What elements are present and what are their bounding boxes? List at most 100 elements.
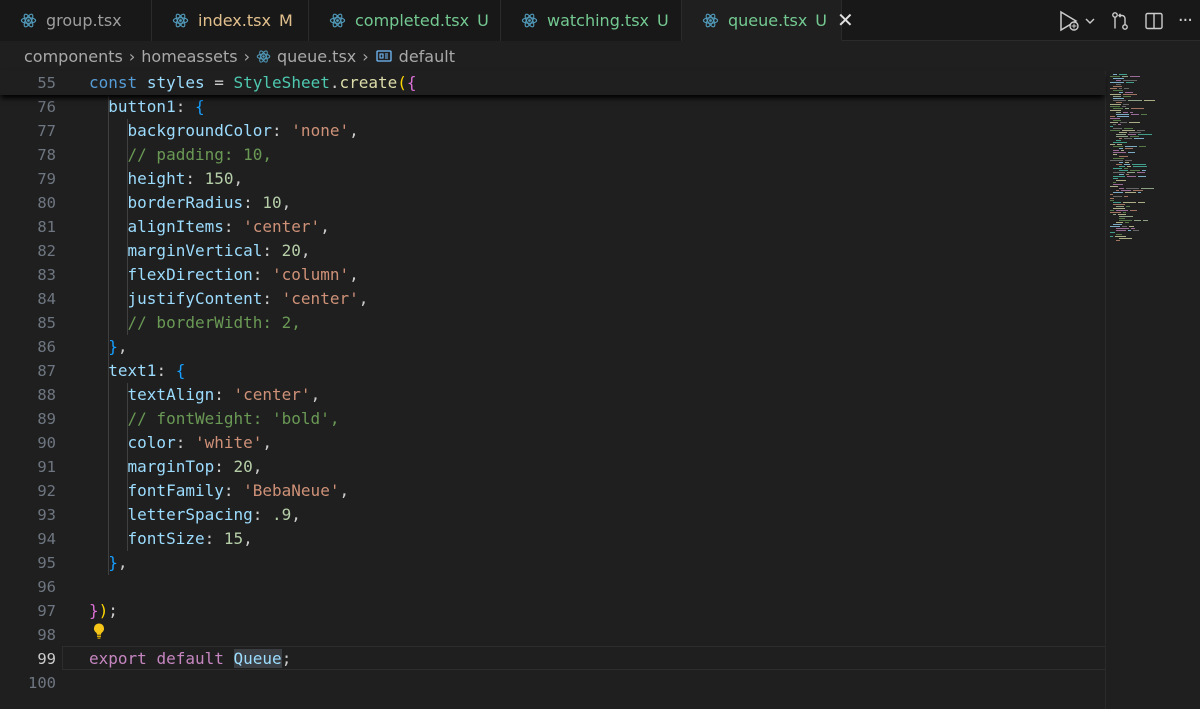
minimap-code-mark — [1116, 240, 1120, 241]
minimap-code-mark — [1110, 76, 1120, 77]
code-line: height: 150, — [127, 169, 244, 188]
minimap-code-mark — [1119, 174, 1124, 175]
minimap-code-mark — [1124, 164, 1130, 165]
minimap-code-mark — [1113, 98, 1124, 99]
line-number: 78 — [37, 146, 56, 164]
minimap-code-mark — [1119, 188, 1124, 189]
minimap-code-mark — [1110, 160, 1123, 161]
breadcrumb-item-homeassets[interactable]: homeassets — [141, 47, 237, 66]
minimap-code-mark — [1127, 172, 1135, 173]
chevron-down-icon[interactable] — [1084, 15, 1096, 27]
minimap-code-mark — [1113, 224, 1122, 225]
close-tab-icon[interactable]: ✕ — [837, 10, 854, 30]
minimap-code-mark — [1113, 172, 1125, 173]
minimap-code-mark — [1113, 146, 1123, 147]
code-line: flexDirection: 'column', — [127, 265, 359, 284]
react-file-icon — [256, 49, 271, 63]
minimap-code-mark — [1110, 236, 1113, 237]
minimap-code-mark — [1113, 86, 1122, 87]
code-line: borderRadius: 10, — [127, 193, 292, 212]
minimap-code-mark — [1130, 112, 1133, 113]
minimap-code-mark — [1110, 130, 1120, 131]
minimap-code-mark — [1113, 192, 1123, 193]
minimap-code-mark — [1121, 150, 1124, 151]
minimap-code-mark — [1128, 152, 1135, 153]
breadcrumb-item-components[interactable]: components — [24, 47, 123, 66]
tab-completed-tsx[interactable]: completed.tsx U — [309, 0, 501, 41]
run-debug-button[interactable] — [1058, 10, 1096, 32]
tab-watching-tsx[interactable]: watching.tsx U — [501, 0, 682, 41]
line-number: 55 — [37, 74, 56, 92]
sticky-scroll-line[interactable]: 55 const styles = StyleSheet.create({ — [0, 71, 1105, 95]
minimap-code-mark — [1124, 168, 1128, 169]
breadcrumb-item-default[interactable]: default — [399, 47, 455, 66]
minimap-code-mark — [1110, 106, 1120, 107]
breadcrumb: components › homeassets › queue.tsx › de… — [0, 41, 1200, 71]
minimap-code-mark — [1110, 118, 1120, 119]
editor-line-82: 82 marginVertical: 20, — [0, 239, 1105, 263]
minimap-code-mark — [1123, 96, 1131, 97]
minimap-code-mark — [1119, 218, 1125, 219]
minimap-code-mark — [1119, 162, 1123, 163]
minimap-code-mark — [1125, 162, 1129, 163]
minimap[interactable] — [1105, 71, 1200, 709]
compare-changes-button[interactable] — [1110, 11, 1130, 31]
minimap-code-mark — [1119, 74, 1127, 75]
minimap-code-mark — [1125, 222, 1129, 223]
code-line: }, — [108, 337, 128, 356]
minimap-code-mark — [1115, 236, 1126, 237]
editor-line-99: 99 export default Queue; — [0, 647, 1105, 671]
minimap-code-mark — [1138, 202, 1145, 203]
minimap-code-mark — [1123, 94, 1137, 95]
minimap-code-mark — [1123, 202, 1136, 203]
tab-label: completed.tsx — [355, 11, 470, 30]
minimap-code-mark — [1113, 168, 1122, 169]
tab-queue-tsx[interactable]: queue.tsx U ✕ — [682, 0, 854, 41]
code-line: textAlign: 'center', — [127, 385, 321, 404]
minimap-code-mark — [1116, 234, 1122, 235]
minimap-code-mark — [1118, 214, 1126, 215]
minimap-code-mark — [1141, 188, 1154, 189]
minimap-code-mark — [1133, 190, 1143, 191]
editor-line-97: 97 }); — [0, 599, 1105, 623]
minimap-code-mark — [1113, 142, 1127, 143]
minimap-code-mark — [1119, 156, 1128, 157]
split-editor-button[interactable] — [1144, 11, 1164, 31]
editor-line-100: 100 — [0, 671, 1105, 695]
line-number: 79 — [37, 170, 56, 188]
minimap-code-mark — [1116, 164, 1122, 165]
editor-line-79: 79 height: 150, — [0, 167, 1105, 191]
symbol-variable-icon — [376, 50, 392, 62]
minimap-code-mark — [1122, 76, 1128, 77]
minimap-code-mark — [1127, 166, 1131, 167]
minimap-code-mark — [1113, 204, 1125, 205]
code-editor[interactable]: 55 const styles = StyleSheet.create({ 76… — [0, 71, 1106, 709]
code-line: color: 'white', — [127, 433, 273, 452]
tab-group-tsx[interactable]: group.tsx — [0, 0, 152, 41]
minimap-code-mark — [1110, 194, 1113, 195]
line-number: 95 — [37, 554, 56, 572]
minimap-code-mark — [1116, 228, 1129, 229]
tab-index-tsx[interactable]: index.tsx M — [152, 0, 309, 41]
lightbulb-icon[interactable] — [91, 622, 107, 640]
minimap-code-mark — [1130, 210, 1137, 211]
minimap-code-mark — [1142, 170, 1146, 171]
minimap-code-mark — [1130, 136, 1139, 137]
tab-label: group.tsx — [46, 11, 122, 30]
minimap-code-mark — [1119, 166, 1125, 167]
react-file-icon — [20, 13, 37, 28]
line-number: 87 — [37, 362, 56, 380]
minimap-code-mark — [1123, 104, 1129, 105]
breadcrumb-item-queue-tsx[interactable]: queue.tsx — [277, 47, 356, 66]
line-number: 90 — [37, 434, 56, 452]
line-number: 99 — [37, 650, 56, 668]
minimap-code-mark — [1116, 136, 1128, 137]
minimap-code-mark — [1141, 114, 1147, 115]
minimap-code-mark — [1116, 180, 1126, 181]
more-actions-button[interactable]: ··· — [1178, 10, 1193, 31]
minimap-code-mark — [1122, 130, 1135, 131]
code-line: const styles = StyleSheet.create({ — [89, 73, 417, 92]
editor-line-91: 91 marginTop: 20, — [0, 455, 1105, 479]
minimap-code-mark — [1110, 210, 1114, 211]
editor-line-98: 98 — [0, 623, 1105, 647]
